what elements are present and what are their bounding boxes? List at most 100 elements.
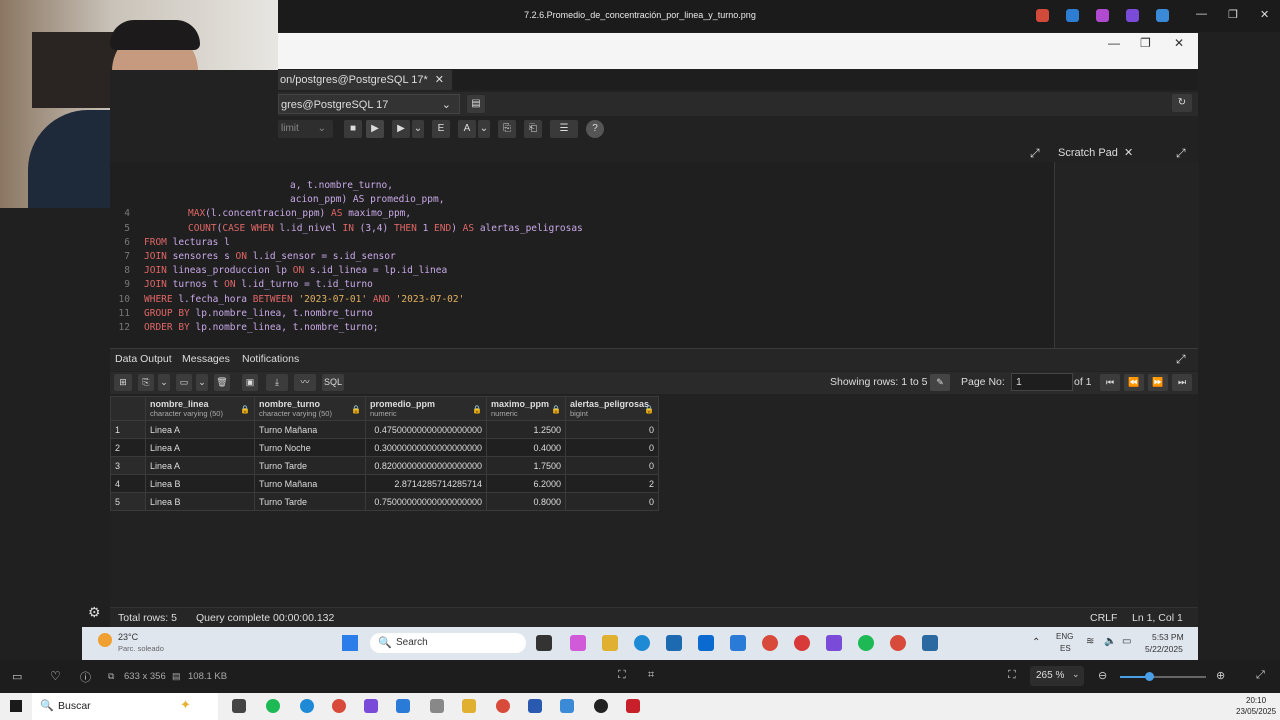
macros-icon[interactable]: ☰ [550, 120, 578, 138]
table-cell[interactable]: 1.7500 [486, 456, 566, 475]
zoom-out-icon[interactable]: ⊖ [1098, 669, 1107, 682]
obs-icon[interactable] [594, 699, 608, 713]
previous-page-icon[interactable]: ⏪ [1124, 374, 1144, 391]
page-number-input[interactable]: 1 [1011, 373, 1073, 391]
zoom-slider-thumb[interactable] [1145, 672, 1154, 681]
column-header[interactable]: promedio_ppm numeric 🔒 [365, 396, 487, 421]
sql-button[interactable]: SQL [322, 374, 344, 391]
table-cell[interactable]: 6.2000 [486, 474, 566, 493]
wifi-icon[interactable]: ≋ [1086, 636, 1094, 647]
snipping-icon[interactable] [430, 699, 444, 713]
row-number[interactable]: 2 [110, 438, 146, 457]
execute-script-icon[interactable]: ▶ [392, 120, 410, 138]
explain-analyze-icon[interactable]: A [458, 120, 476, 138]
query-tab[interactable]: on/postgres@PostgreSQL 17* ✕ [278, 70, 453, 90]
delete-icon[interactable]: 🗑 [214, 374, 230, 391]
language-indicator[interactable]: ENG [1056, 632, 1073, 641]
scratch-pad-tab[interactable]: Scratch Pad ✕ [1058, 146, 1133, 159]
viewer-maximize-button[interactable]: ❐ [1228, 8, 1238, 21]
fit-window-icon[interactable]: ⛶ [1008, 669, 1016, 682]
fullscreen-icon[interactable]: ⤢ [1256, 669, 1265, 682]
vscode-icon[interactable] [396, 699, 410, 713]
expand-scratch-icon[interactable]: ⤢ [1176, 146, 1186, 161]
task-view-icon[interactable] [536, 635, 552, 651]
chevron-down-icon[interactable]: ⌄ [412, 120, 424, 138]
zoom-select[interactable]: 265 % ⌄ [1030, 666, 1084, 686]
table-cell[interactable]: Turno Mañana [254, 474, 366, 493]
table-cell[interactable]: 0.8000 [486, 492, 566, 511]
file-explorer-icon[interactable] [462, 699, 476, 713]
row-number[interactable]: 5 [110, 492, 146, 511]
table-cell[interactable]: 0.4000 [486, 438, 566, 457]
copy-icon[interactable]: ⎘ [138, 374, 154, 391]
table-row[interactable]: 5 Linea B Turno Tarde 0.7500000000000000000… [110, 492, 659, 511]
query-tab-close-icon[interactable]: ✕ [435, 74, 444, 86]
filmstrip-icon[interactable]: ▭ [12, 670, 22, 683]
onedrive-icon[interactable] [1156, 9, 1169, 22]
column-header[interactable]: maximo_ppm numeric 🔒 [486, 396, 566, 421]
info-icon[interactable]: ⓘ [80, 669, 91, 685]
chevron-down-icon[interactable]: ⌄ [478, 120, 490, 138]
help-icon[interactable]: ? [586, 120, 604, 138]
scratch-pad-area[interactable] [1054, 162, 1199, 348]
pgadmin-minimize-button[interactable]: — [1108, 36, 1120, 50]
graph-icon[interactable]: 〰 [294, 374, 316, 391]
clipchamp-icon[interactable] [1126, 9, 1139, 22]
table-cell[interactable]: 0.47500000000000000000 [365, 420, 487, 439]
pgadmin-icon[interactable] [922, 635, 938, 651]
table-cell[interactable]: 0 [565, 438, 659, 457]
volume-icon[interactable]: 🔈 [1104, 636, 1116, 647]
pgadmin-maximize-button[interactable]: ❐ [1140, 36, 1151, 50]
table-cell[interactable]: 1.2500 [486, 420, 566, 439]
acrobat-icon[interactable] [626, 699, 640, 713]
add-row-icon[interactable]: ⊞ [114, 374, 132, 391]
table-row[interactable]: 1 Linea A Turno Mañana 0.475000000000000000… [110, 420, 659, 439]
row-number[interactable]: 1 [110, 420, 146, 439]
chrome-profile-icon[interactable] [890, 635, 906, 651]
last-page-icon[interactable]: ⏭ [1172, 374, 1192, 391]
edit-icon[interactable] [1066, 9, 1079, 22]
expand-output-icon[interactable]: ⤢ [1176, 352, 1186, 367]
vscode-icon[interactable] [730, 635, 746, 651]
tab-notifications[interactable]: Notifications [242, 353, 299, 365]
table-cell[interactable]: 0.82000000000000000000 [365, 456, 487, 475]
spotify-icon[interactable] [266, 699, 280, 713]
favorite-icon[interactable]: ♡ [50, 669, 61, 683]
stop-icon[interactable]: ■ [344, 120, 362, 138]
outlook-icon[interactable] [698, 635, 714, 651]
table-cell[interactable]: Linea B [145, 492, 255, 511]
table-cell[interactable]: 0 [565, 456, 659, 475]
table-cell[interactable]: Turno Mañana [254, 420, 366, 439]
viewer-close-button[interactable]: ✕ [1260, 8, 1269, 21]
file-explorer-icon[interactable] [602, 635, 618, 651]
connection-status-icon[interactable]: ▤ [467, 95, 485, 113]
spotify-icon[interactable] [858, 635, 874, 651]
connection-select[interactable]: gres@PostgreSQL 17 ⌄ [278, 94, 460, 114]
close-icon[interactable]: ✕ [1124, 147, 1133, 159]
app-icon[interactable] [794, 635, 810, 651]
tab-data-output[interactable]: Data Output [115, 353, 172, 365]
visual-studio-icon[interactable] [364, 699, 378, 713]
scan-icon[interactable]: ⌗ [648, 669, 654, 682]
effects-icon[interactable] [1096, 9, 1109, 22]
table-row[interactable]: 2 Linea A Turno Noche 0.3000000000000000000… [110, 438, 659, 457]
table-cell[interactable]: 0 [565, 420, 659, 439]
table-cell[interactable]: Turno Tarde [254, 492, 366, 511]
next-page-icon[interactable]: ⏩ [1148, 374, 1168, 391]
copilot-icon[interactable] [1036, 9, 1049, 22]
paste-icon[interactable]: ▭ [176, 374, 192, 391]
row-number[interactable]: 4 [110, 474, 146, 493]
edge-icon[interactable] [634, 635, 650, 651]
table-cell[interactable]: Turno Tarde [254, 456, 366, 475]
photos-icon[interactable] [560, 699, 574, 713]
table-cell[interactable]: 2 [565, 474, 659, 493]
table-row[interactable]: 4 Linea B Turno Mañana 2.8714285714285714 6.… [110, 474, 659, 493]
os-search-box[interactable]: 🔍 Buscar ✦ [32, 693, 218, 720]
table-cell[interactable]: Linea B [145, 474, 255, 493]
table-cell[interactable]: 0.30000000000000000000 [365, 438, 487, 457]
commit-icon[interactable]: ⎘ [498, 120, 516, 138]
table-cell[interactable]: Turno Noche [254, 438, 366, 457]
edit-rows-icon[interactable]: ✎ [930, 374, 950, 391]
column-header[interactable]: nombre_linea character varying (50) 🔒 [145, 396, 255, 421]
expand-editor-icon[interactable]: ⤢ [1030, 146, 1040, 161]
